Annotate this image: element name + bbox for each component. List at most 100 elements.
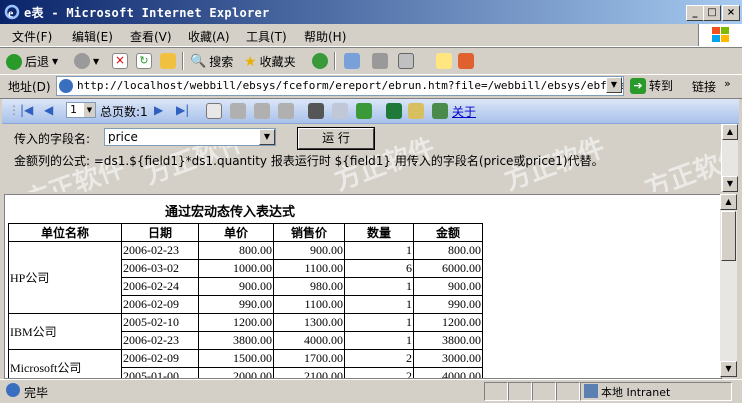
company-cell: Microsoft公司: [8, 349, 122, 378]
maximize-button[interactable]: □: [703, 5, 721, 21]
chevron-down-icon: ▼: [259, 129, 275, 145]
menu-favorites[interactable]: 收藏(A): [188, 28, 230, 45]
table-cell: 2006-02-09: [121, 295, 199, 314]
chevron-down-icon: ▼: [52, 57, 59, 66]
back-label: 后退: [25, 55, 50, 69]
standard-toolbar: 后退 ▼ ▼ × ↻ 🔍 搜索 ★ 收藏夹: [0, 47, 742, 75]
address-input[interactable]: http://localhost/webbill/ebsys/fceform/e…: [56, 76, 624, 96]
refresh-icon[interactable]: ↻: [136, 53, 152, 69]
print-icon[interactable]: [372, 53, 388, 69]
watermark: 方正软件: [640, 140, 721, 192]
svg-text:e: e: [8, 6, 14, 20]
company-cell: HP公司: [8, 241, 122, 314]
links-button[interactable]: 链接: [692, 78, 716, 95]
print-icon[interactable]: [230, 103, 246, 119]
address-dropdown-button[interactable]: ▼: [606, 77, 622, 93]
favorites-button[interactable]: ★ 收藏夹: [244, 53, 296, 70]
last-page-icon[interactable]: ▶|: [176, 103, 189, 117]
print-all-icon[interactable]: [278, 103, 294, 119]
table-cell: 2006-02-23: [121, 241, 199, 260]
next-page-icon[interactable]: ▶: [154, 103, 163, 117]
page-select[interactable]: 1 ▼: [66, 102, 96, 118]
scroll-up-button[interactable]: ▲: [722, 124, 738, 140]
table-row: HP公司 2006-02-23 800.00 900.00 1 800.00: [8, 241, 483, 314]
report-title: 通过宏动态传入表达式: [165, 205, 296, 220]
formula-text: 金额列的公式: =ds1.${field1}*ds1.quantity 报表运行…: [14, 154, 604, 168]
preview-icon[interactable]: [206, 103, 222, 119]
status-cell: [484, 382, 508, 401]
zone-cell: 本地 Intranet: [580, 382, 732, 401]
search-icon: 🔍: [190, 54, 207, 69]
status-cell: [532, 382, 556, 401]
edit-report-icon[interactable]: [408, 103, 424, 119]
prev-page-icon[interactable]: ◀: [44, 103, 53, 117]
menu-help[interactable]: 帮助(H): [304, 28, 346, 45]
field-label: 传入的字段名:: [14, 132, 91, 146]
table-cell: 1200.00: [198, 313, 274, 332]
forward-button[interactable]: ▼: [74, 53, 99, 69]
print-setup-icon[interactable]: [254, 103, 270, 119]
field-value: price: [108, 130, 138, 144]
table-cell: 6000.00: [413, 259, 483, 278]
toolbar-separator: [182, 52, 184, 70]
table-cell: 1200.00: [413, 313, 483, 332]
search-button[interactable]: 🔍 搜索: [190, 53, 233, 70]
back-button[interactable]: 后退 ▼: [6, 53, 58, 70]
messenger-icon[interactable]: [458, 53, 474, 69]
scroll-up-button[interactable]: ▲: [720, 194, 737, 210]
table-cell: 1500.00: [198, 349, 274, 368]
table-cell: 1: [344, 295, 414, 314]
minimize-button[interactable]: _: [686, 5, 704, 21]
column-header: 金额: [413, 223, 483, 242]
find-icon[interactable]: [308, 103, 324, 119]
menu-edit[interactable]: 编辑(E): [72, 28, 113, 45]
go-button[interactable]: ➔ 转到: [630, 77, 673, 94]
media-icon[interactable]: [312, 53, 328, 69]
scroll-thumb[interactable]: [721, 211, 736, 261]
field-select[interactable]: price ▼: [104, 128, 276, 146]
table-cell: 900.00: [198, 277, 274, 296]
excel-icon[interactable]: [386, 103, 402, 119]
table-cell: 800.00: [413, 241, 483, 260]
run-button[interactable]: 运 行: [297, 127, 375, 150]
table-cell: 800.00: [198, 241, 274, 260]
table-cell: 1300.00: [273, 313, 345, 332]
first-page-icon[interactable]: |◀: [20, 103, 33, 117]
home-icon[interactable]: [160, 53, 176, 69]
menu-file[interactable]: 文件(F): [12, 28, 52, 45]
discuss-icon[interactable]: [436, 53, 452, 69]
table-cell: 1: [344, 277, 414, 296]
table-cell: 3800.00: [413, 331, 483, 350]
address-bar: 地址(D) http://localhost/webbill/ebsys/fce…: [0, 74, 742, 99]
column-header: 单位名称: [8, 223, 122, 242]
page-icon: [59, 79, 73, 93]
param-scrollbar[interactable]: ▲ ▼: [721, 124, 738, 192]
table-cell: 990.00: [198, 295, 274, 314]
address-url: http://localhost/webbill/ebsys/fceform/e…: [77, 79, 624, 92]
report-scrollbar[interactable]: ▲ ▼: [720, 194, 737, 377]
table-cell: 1: [344, 241, 414, 260]
menu-tools[interactable]: 工具(T): [246, 28, 287, 45]
stop-icon[interactable]: ×: [112, 53, 128, 69]
table-cell: 2006-02-23: [121, 331, 199, 350]
status-bar: 完毕 本地 Intranet: [0, 379, 742, 403]
table-cell: 1100.00: [273, 295, 345, 314]
about-link[interactable]: 关于: [452, 103, 476, 120]
scroll-down-button[interactable]: ▼: [720, 361, 737, 377]
title-bar[interactable]: e e表 - Microsoft Internet Explorer _ □ ×: [0, 0, 742, 24]
forward-arrow-icon: [74, 53, 90, 69]
table-cell: 980.00: [273, 277, 345, 296]
table-cell: 2: [344, 367, 414, 378]
refresh-report-icon[interactable]: [356, 103, 372, 119]
scroll-down-button[interactable]: ▼: [722, 176, 738, 192]
mail-icon[interactable]: [344, 53, 360, 69]
export-icon[interactable]: [332, 103, 348, 119]
table-cell: 990.00: [413, 295, 483, 314]
company-cell: IBM公司: [8, 313, 122, 350]
help-icon[interactable]: [432, 103, 448, 119]
table-cell: 2006-02-24: [121, 277, 199, 296]
edit-icon[interactable]: [398, 53, 414, 69]
menu-view[interactable]: 查看(V): [130, 28, 172, 45]
table-cell: 2: [344, 349, 414, 368]
close-button[interactable]: ×: [722, 5, 740, 21]
